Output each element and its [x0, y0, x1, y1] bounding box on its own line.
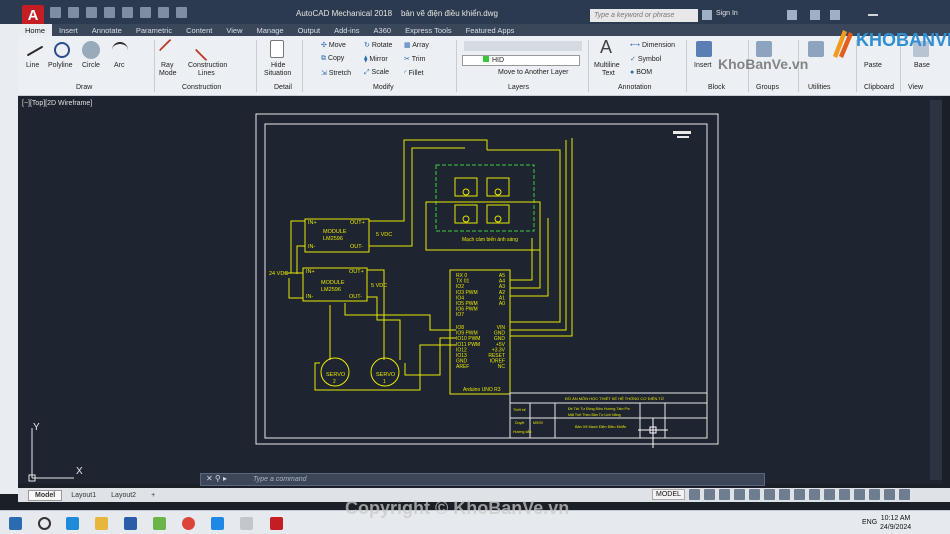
sensor-circuit-box: [435, 164, 535, 232]
title-drawing-name: Bản Vẽ Mạch Điện Điều Khiển: [575, 425, 626, 429]
tab-model[interactable]: Model: [28, 489, 63, 501]
module-1-name: MODULE: [323, 229, 347, 235]
sheet-mark: [673, 131, 691, 134]
servo-2-label: SERVO: [326, 372, 346, 378]
clock-date: 24/9/2024: [880, 524, 912, 531]
file-explorer-icon[interactable]: [95, 517, 108, 530]
lineweight-icon[interactable]: [778, 489, 790, 500]
ucs-icon: [28, 428, 74, 482]
arduino-pin-label: AREF: [456, 364, 469, 370]
clean-screen-icon[interactable]: [883, 489, 895, 500]
drawing-svg: IN+ IN- OUT+ OUT- MODULE LM2596 5 VDC IN…: [28, 113, 719, 482]
hardware-accel-icon[interactable]: [868, 489, 880, 500]
transparency-icon[interactable]: [793, 489, 805, 500]
arduino-pin-label: IO7: [456, 312, 464, 318]
windows-start-icon[interactable]: [9, 517, 22, 530]
module-2-in-minus: IN-: [306, 294, 314, 300]
sheet-mark: [677, 136, 689, 138]
servo-1-num: 1: [383, 379, 386, 385]
app-icon[interactable]: [153, 517, 166, 530]
edge-browser-icon[interactable]: [66, 517, 79, 530]
module-2-out-plus: OUT+: [349, 269, 364, 275]
search-icon[interactable]: [38, 517, 51, 530]
title-checker: Duyệt: [515, 421, 524, 425]
chrome-icon[interactable]: [182, 517, 195, 530]
isolate-icon[interactable]: [853, 489, 865, 500]
arduino-pin-label: NC: [498, 364, 506, 370]
title-student-code: MSSV: [533, 421, 544, 425]
autocad-taskbar-icon[interactable]: [270, 517, 283, 530]
command-close-icon[interactable]: ✕ ⚲ ▸: [206, 474, 227, 483]
otrack-icon[interactable]: [763, 489, 775, 500]
module-1-voltage: 5 VDC: [376, 232, 392, 238]
annotation-scale-icon[interactable]: [823, 489, 835, 500]
selection-cycling-icon[interactable]: [808, 489, 820, 500]
command-input[interactable]: Type a command: [200, 473, 765, 486]
paint-icon[interactable]: [240, 517, 253, 530]
language-indicator[interactable]: ENG: [862, 519, 877, 526]
tab-layout2[interactable]: Layout2: [105, 491, 142, 500]
ucs-x-label: X: [76, 466, 83, 477]
osnap-icon[interactable]: [748, 489, 760, 500]
sensor-caption: Mạch cảm biến ánh sáng: [462, 237, 518, 243]
status-bar: MODEL: [652, 489, 910, 500]
word-icon[interactable]: [124, 517, 137, 530]
title-school: ĐỒ ÁN MÔN HỌC THIẾT KẾ HỆ THỐNG CƠ ĐIỆN …: [565, 396, 665, 401]
module-2-out-minus: OUT-: [349, 294, 362, 300]
grid-icon[interactable]: [688, 489, 700, 500]
servo-2-num: 2: [333, 379, 336, 385]
polar-icon[interactable]: [733, 489, 745, 500]
module-2-voltage: 5 VDC: [371, 283, 387, 289]
title-designer: Thiết kế: [513, 408, 526, 412]
servo-1-label: SERVO: [376, 372, 396, 378]
supply-voltage: 24 VDC: [269, 271, 288, 277]
module-2-part: LM2596: [321, 287, 341, 293]
title-instructor: Hướng dẫn: [513, 429, 531, 434]
arduino-name: Arduino UNO R3: [463, 387, 501, 393]
title-project-1: Đề Tài: Tự Động Điều Hướng Tấm Pin: [568, 407, 630, 411]
ldr-sensors: [454, 177, 510, 224]
title-project-2: Mặt Trời Theo Bản Tự Lịch Năng: [568, 413, 621, 417]
model-space-button[interactable]: MODEL: [652, 489, 685, 500]
module-1-in-minus: IN-: [308, 244, 316, 250]
workspace-gear-icon[interactable]: [838, 489, 850, 500]
add-layout-icon[interactable]: +: [145, 491, 161, 500]
snap-icon[interactable]: [703, 489, 715, 500]
arduino-pin-label: A0: [499, 301, 505, 307]
zalo-icon[interactable]: [211, 517, 224, 530]
arduino-left-pins: RX 0TX 01IO2IO3 PWMIO4IO5 PWMIO6 PWMIO7I…: [456, 273, 480, 370]
clock-time: 10:12 AM: [880, 515, 911, 522]
wiring: [285, 138, 573, 391]
clock[interactable]: 10:12 AM 24/9/2024: [880, 514, 911, 532]
module-2-name: MODULE: [321, 280, 345, 286]
ortho-icon[interactable]: [718, 489, 730, 500]
customize-icon[interactable]: [898, 489, 910, 500]
tab-layout1[interactable]: Layout1: [65, 491, 102, 500]
copyright-watermark: Copyright © KhoBanVe.vn: [345, 498, 570, 518]
module-1-out-minus: OUT-: [350, 244, 363, 250]
module-2-in-plus: IN+: [306, 269, 315, 275]
module-1-out-plus: OUT+: [350, 220, 365, 226]
module-1-in-plus: IN+: [308, 220, 317, 226]
ucs-y-label: Y: [33, 422, 40, 433]
module-1-part: LM2596: [323, 236, 343, 242]
arduino-right-pins: A5A4A3A2A1A0VINGNDGND+5V+3.3VRESETIOREFN…: [488, 273, 505, 370]
